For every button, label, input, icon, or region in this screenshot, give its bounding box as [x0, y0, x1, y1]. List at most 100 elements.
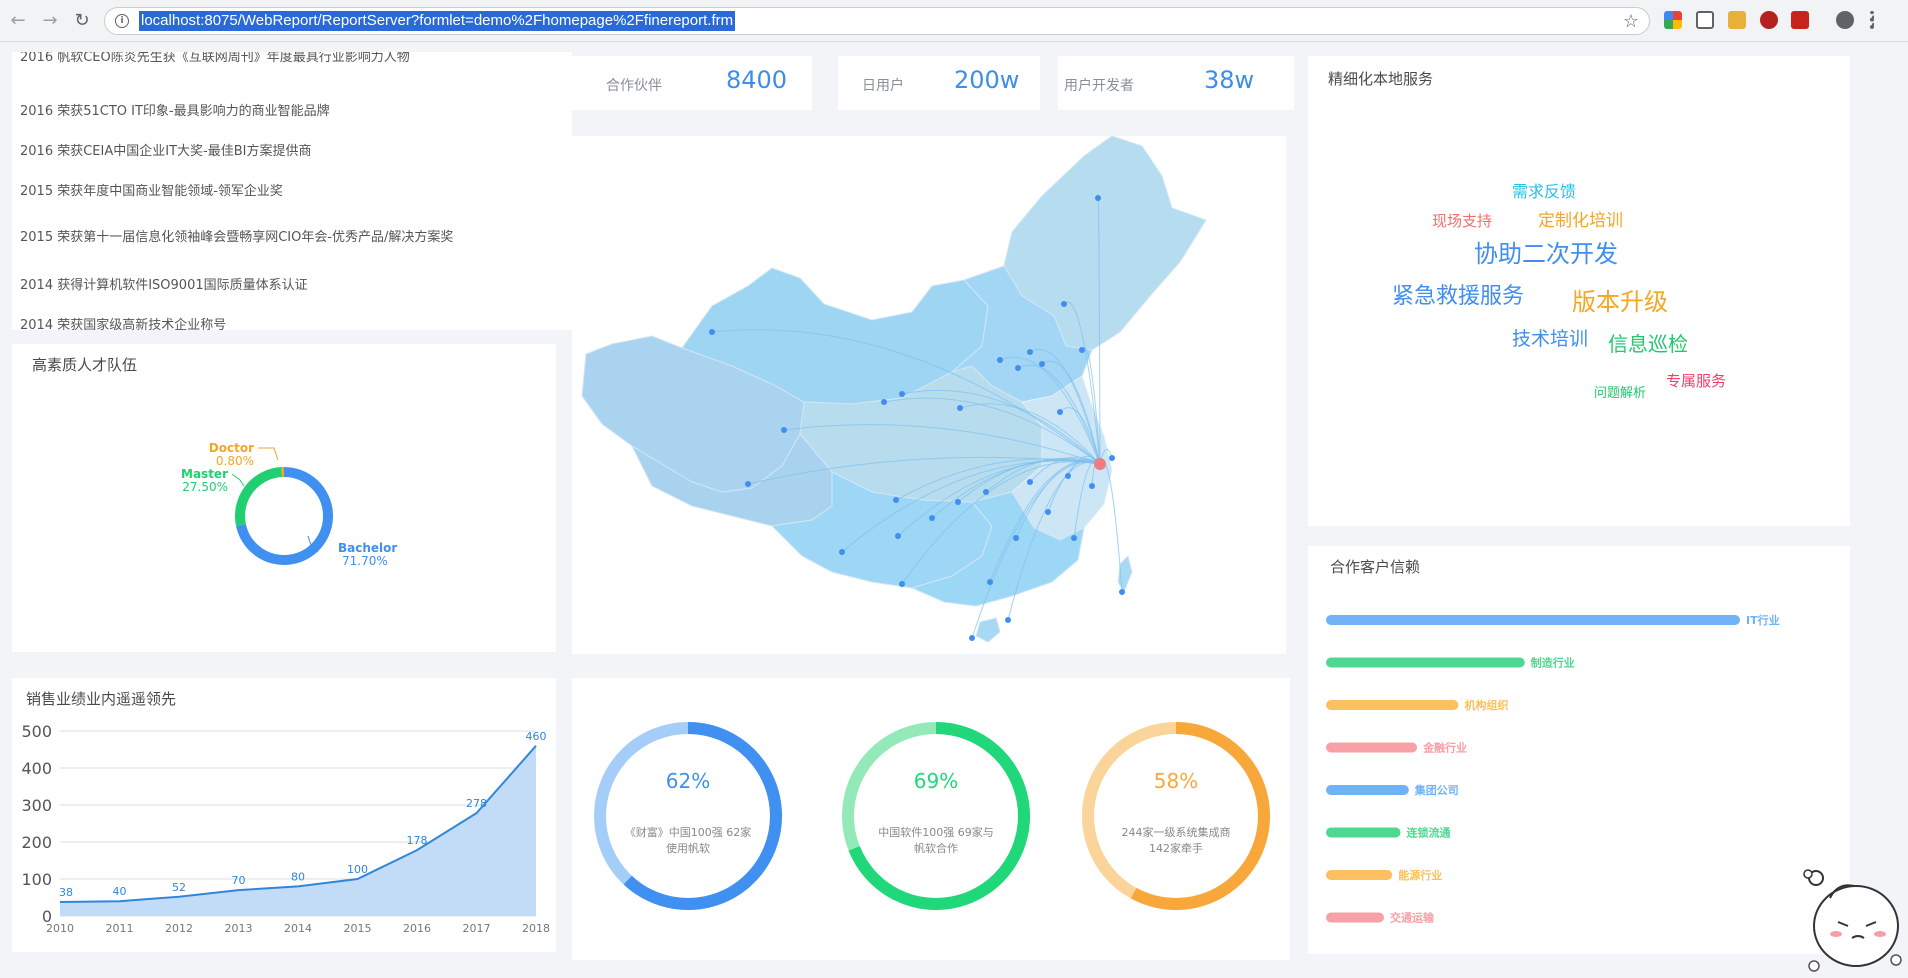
- ring-desc: 244家一级系统集成商: [1122, 825, 1231, 839]
- talent-donut-chart: Bachelor71.70% Master27.50% Doctor0.80%: [181, 441, 397, 568]
- reload-icon[interactable]: ↻: [68, 7, 96, 35]
- sales-panel: 销售业绩业内遥遥领先 0 100 200 300 400 500 38 40 52 70 80 100…: [12, 678, 556, 952]
- city-point: [893, 497, 899, 503]
- ring-desc: 中国软件100强 69家与: [878, 825, 994, 839]
- mascot-icon[interactable]: [1800, 860, 1908, 978]
- url-text[interactable]: localhost:8075/WebReport/ReportServer?fo…: [139, 11, 736, 31]
- ring-progress: [1130, 722, 1270, 910]
- city-point: [709, 329, 715, 335]
- service-tag: 协助二次开发: [1474, 240, 1618, 268]
- map-region-taiwan: [1117, 555, 1133, 594]
- ring-desc: 使用帆软: [666, 841, 710, 855]
- data-label: 278: [466, 797, 487, 810]
- y-tick-label: 300: [21, 796, 52, 815]
- y-tick-label: 200: [21, 833, 52, 852]
- service-panel: 精细化本地服务 需求反馈 现场支持 定制化培训 协助二次开发 紧急救援服务 版本…: [1308, 56, 1850, 526]
- map-region-hainan: [975, 617, 1001, 643]
- city-point: [1061, 301, 1067, 307]
- service-title: 精细化本地服务: [1328, 70, 1434, 88]
- donut-percent-label: 0.80%: [216, 454, 254, 468]
- industry-bar: [1326, 785, 1409, 795]
- city-point: [1095, 195, 1101, 201]
- city-point: [1027, 349, 1033, 355]
- city-point: [895, 533, 901, 539]
- data-label: 80: [291, 870, 305, 883]
- browser-toolbar: ← → ↻ i localhost:8075/WebReport/ReportS…: [0, 0, 1908, 42]
- china-map: [581, 136, 1207, 643]
- donut-percent-label: 27.50%: [182, 480, 228, 494]
- x-tick-label: 2013: [225, 922, 253, 935]
- address-bar[interactable]: i localhost:8075/WebReport/ReportServer?…: [104, 7, 1650, 35]
- x-tick-label: 2015: [344, 922, 372, 935]
- city-point: [1045, 509, 1051, 515]
- industry-bar: [1326, 700, 1459, 710]
- map-panel: [572, 136, 1286, 654]
- info-icon[interactable]: i: [115, 14, 129, 28]
- city-point: [1089, 483, 1095, 489]
- city-point: [899, 581, 905, 587]
- award-item: 2014 荣获国家级高新技术企业称号: [20, 318, 227, 330]
- donut-slice-master[interactable]: [235, 467, 283, 527]
- service-tag: 定制化培训: [1538, 211, 1623, 231]
- data-label: 100: [347, 863, 368, 876]
- stat-label: 日用户: [862, 78, 904, 94]
- menu-dots-icon[interactable]: [1870, 11, 1874, 29]
- city-point: [969, 635, 975, 641]
- x-tick-label: 2016: [403, 922, 431, 935]
- industry-label: IT行业: [1746, 613, 1780, 627]
- x-tick-label: 2017: [463, 922, 491, 935]
- city-point: [1015, 365, 1021, 371]
- ring-percent: 69%: [914, 769, 958, 793]
- award-item: 2016 荣获CEIA中国企业IT大奖-最佳BI方案提供商: [20, 144, 312, 159]
- industry-bar: [1326, 870, 1393, 880]
- stat-label: 合作伙伴: [606, 78, 662, 94]
- ring-percent: 58%: [1154, 769, 1198, 793]
- profile-avatar-icon[interactable]: [1836, 11, 1854, 29]
- stat-developers: 用户开发者 38w: [1058, 56, 1294, 110]
- industry-label: 机构组织: [1464, 698, 1508, 712]
- donut-label: Doctor: [209, 441, 254, 455]
- city-point: [1071, 535, 1077, 541]
- ring-desc: 《财富》中国100强 62家: [625, 825, 752, 839]
- industry-bar-chart: IT行业制造行业机构组织金融行业集团公司连锁流通能源行业交通运输: [1326, 613, 1780, 925]
- city-point: [1005, 617, 1011, 623]
- forward-icon[interactable]: →: [36, 7, 64, 35]
- award-item: 2016 荣获51CTO IT印象-最具影响力的商业智能品牌: [20, 104, 330, 119]
- y-tick-label: 500: [21, 722, 52, 741]
- city-point: [955, 499, 961, 505]
- data-label: 38: [59, 886, 73, 899]
- x-tick-label: 2012: [165, 922, 193, 935]
- hub-point: [1094, 458, 1106, 470]
- city-point: [997, 357, 1003, 363]
- awards-panel: 2016 帆软CEO陈炎先生获《互联网周刊》年度最具行业影响力人物 2016 荣…: [12, 52, 572, 330]
- city-point: [1109, 455, 1115, 461]
- extension-colors-icon[interactable]: [1664, 11, 1682, 29]
- y-tick-label: 400: [21, 759, 52, 778]
- donut-label: Master: [181, 467, 228, 481]
- service-tag: 问题解析: [1594, 386, 1647, 401]
- extension-yellow-icon[interactable]: [1728, 11, 1746, 29]
- city-point: [957, 405, 963, 411]
- award-item: 2015 荣获第十一届信息化领袖峰会暨畅享网CIO年会-优秀产品/解决方案奖: [20, 230, 454, 245]
- industry-bar: [1326, 657, 1525, 668]
- donut-label: Bachelor: [338, 541, 397, 555]
- x-tick-label: 2014: [284, 922, 312, 935]
- stat-value: 8400: [726, 66, 788, 94]
- ublock-icon[interactable]: [1760, 11, 1778, 29]
- stat-partners: 合作伙伴 8400: [572, 56, 812, 110]
- donut-leader-line: [258, 447, 279, 461]
- pdf-icon[interactable]: [1791, 11, 1809, 29]
- bookmark-star-icon[interactable]: ☆: [1623, 11, 1639, 32]
- data-label: 178: [407, 834, 428, 847]
- city-point: [745, 481, 751, 487]
- city-point: [1057, 409, 1063, 415]
- service-tag: 紧急救援服务: [1392, 284, 1525, 309]
- industry-bar: [1326, 827, 1401, 838]
- city-point: [929, 515, 935, 521]
- industry-label: 制造行业: [1531, 656, 1575, 670]
- x-tick-label: 2010: [46, 922, 74, 935]
- award-item: 2014 获得计算机软件ISO9001国际质量体系认证: [20, 278, 308, 293]
- stat-label: 用户开发者: [1064, 78, 1134, 94]
- back-icon[interactable]: ←: [4, 7, 32, 35]
- screen-capture-icon[interactable]: [1696, 11, 1714, 29]
